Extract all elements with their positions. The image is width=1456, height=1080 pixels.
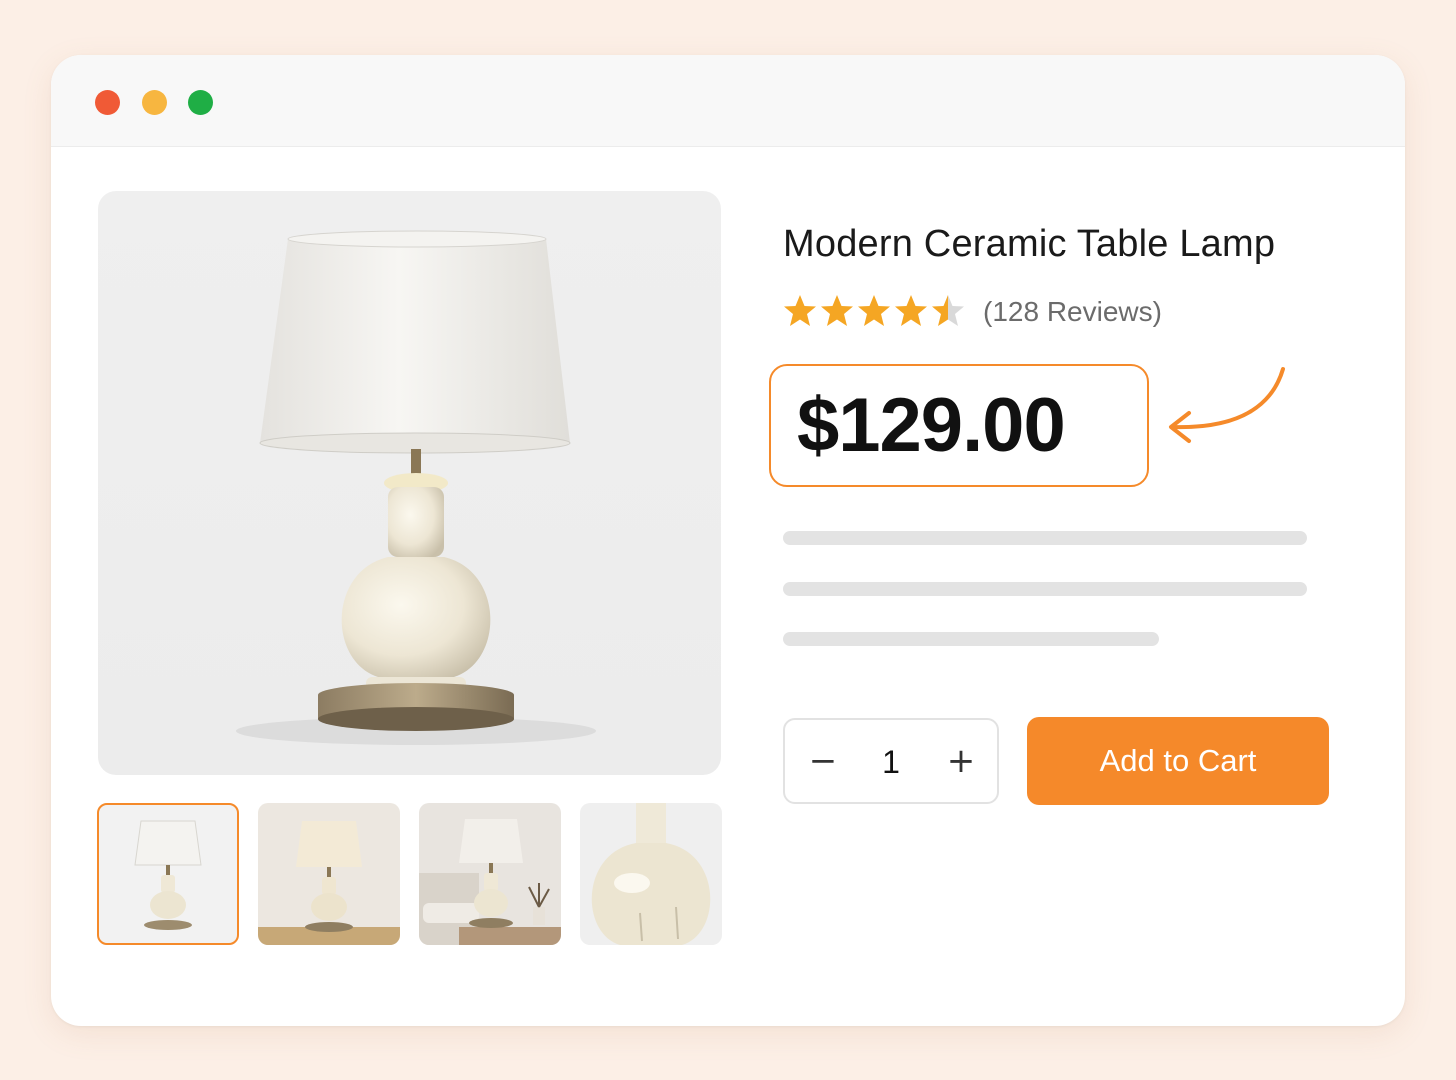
quantity-stepper: − 1 + — [783, 718, 999, 804]
product-price: $129.00 — [797, 383, 1066, 468]
description-line-placeholder — [783, 531, 1307, 545]
minimize-window-button[interactable] — [142, 90, 167, 115]
curved-arrow-icon — [1169, 367, 1285, 443]
product-title: Modern Ceramic Table Lamp — [783, 223, 1276, 265]
thumbnail-2[interactable] — [258, 803, 400, 945]
lamp-lit-thumbnail-icon — [258, 821, 400, 945]
close-window-button[interactable] — [95, 90, 120, 115]
lamp-image — [236, 230, 596, 745]
price-highlight-box: $129.00 — [769, 364, 1149, 487]
minus-icon[interactable]: − — [801, 737, 845, 785]
star-rating-icon — [784, 295, 964, 326]
quantity-value[interactable]: 1 — [865, 742, 917, 782]
review-count-link[interactable]: (128 Reviews) — [983, 296, 1162, 328]
thumbnail-1[interactable] — [97, 803, 239, 945]
thumbnail-3[interactable] — [419, 803, 561, 945]
thumbnail-4[interactable] — [580, 803, 722, 945]
description-line-placeholder — [783, 632, 1159, 646]
plus-icon[interactable]: + — [939, 737, 983, 785]
lamp-closeup-thumbnail-icon — [591, 803, 711, 945]
add-to-cart-button[interactable]: Add to Cart — [1027, 717, 1329, 805]
window-titlebar — [51, 55, 1405, 147]
lamp-thumbnail-icon — [134, 820, 202, 930]
maximize-window-button[interactable] — [188, 90, 213, 115]
description-line-placeholder — [783, 582, 1307, 596]
browser-window: Modern Ceramic Table Lamp (128 Reviews) … — [51, 55, 1405, 1026]
product-main-image[interactable] — [98, 191, 721, 775]
lamp-bedroom-thumbnail-icon — [419, 819, 561, 945]
